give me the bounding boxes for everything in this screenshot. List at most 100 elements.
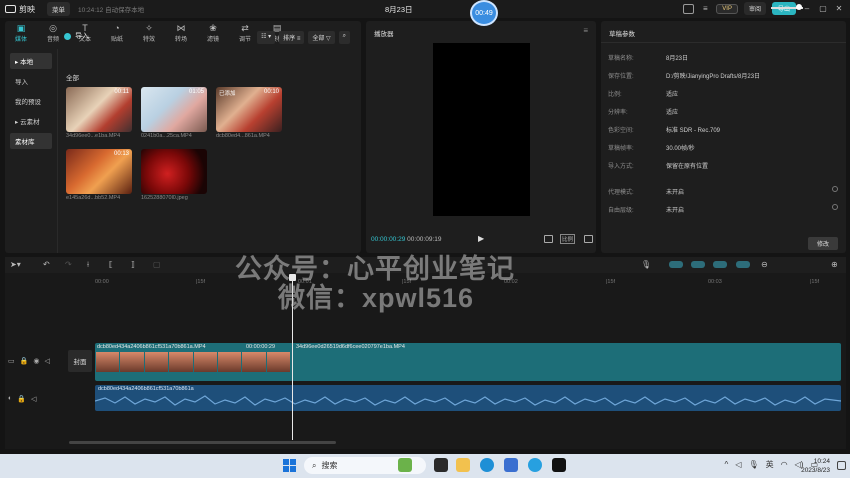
media-clip[interactable]: 00:11 xyxy=(66,87,132,132)
speaker-icon[interactable]: ◁ xyxy=(44,357,49,365)
media-clip[interactable]: 00:13 xyxy=(66,149,132,194)
cover-button[interactable]: 封面 xyxy=(68,350,92,372)
thumbnail-frame xyxy=(217,352,242,372)
sidebar-item-library[interactable]: 素材库 xyxy=(10,133,52,149)
sort-label: 排序 xyxy=(283,36,296,42)
media-clip[interactable] xyxy=(141,149,207,194)
sort-button[interactable]: 排序 ≡ xyxy=(279,31,305,44)
notification-icon[interactable] xyxy=(837,461,846,470)
zoom-slider-handle[interactable] xyxy=(796,4,802,10)
split-icon[interactable]: ⟊ xyxy=(87,260,89,270)
minimize-icon[interactable]: – xyxy=(802,4,812,13)
microphone-icon[interactable]: 🎙 xyxy=(641,260,651,269)
media-icon: ▣ xyxy=(16,23,26,33)
more-icon[interactable]: ≡ xyxy=(700,4,710,13)
thumbnail-frame xyxy=(193,352,217,372)
trim-left-icon[interactable]: ⟦ xyxy=(109,260,113,269)
media-sidebar: ▸ 本地 导入 我的预设 ▸ 云素材 素材库 xyxy=(5,49,58,253)
windows-start-icon[interactable] xyxy=(283,459,296,472)
store-icon[interactable] xyxy=(504,458,518,472)
param-row: 保存位置: D:/剪映/JianyingPro Drafts/8月23日 xyxy=(608,71,760,80)
param-value: 未开启 xyxy=(666,190,685,196)
import-label: 导入 xyxy=(75,33,89,40)
edge-browser-icon[interactable] xyxy=(480,458,494,472)
edit-button[interactable]: 修改 xyxy=(807,237,838,250)
redo-icon[interactable]: ↷ xyxy=(65,260,72,269)
section-label-all: 全部 xyxy=(66,75,79,82)
file-explorer-icon[interactable] xyxy=(456,458,470,472)
lock-icon[interactable]: 🔒 xyxy=(20,357,29,365)
project-title: 8月23日 xyxy=(385,5,413,14)
tab-media[interactable]: ▣ 媒体 xyxy=(5,21,37,45)
search-icon[interactable]: ⌕ xyxy=(338,31,350,44)
media-clip[interactable]: 01:05 xyxy=(141,87,207,132)
weather-widget-icon[interactable] xyxy=(398,458,412,472)
main-track-magnet-icon[interactable] xyxy=(669,261,683,268)
import-button[interactable]: 导入 xyxy=(64,31,89,41)
jianying-logo-icon xyxy=(5,5,16,13)
param-row: 草稿帧率: 30.00帧/秒 xyxy=(608,143,695,152)
vip-button[interactable]: VIP xyxy=(716,3,738,14)
lock-icon[interactable]: 🔒 xyxy=(17,395,26,403)
chevron-up-icon[interactable]: ^ xyxy=(725,460,729,469)
delete-icon[interactable]: ▢ xyxy=(153,260,161,269)
param-row: 导入方式: 保留在原有位置 xyxy=(608,161,708,170)
taskbar-clock[interactable]: 10:24 2023/8/23 xyxy=(801,457,830,475)
clip-duration: 01:05 xyxy=(188,89,204,95)
audio-track-icon[interactable]: ◐ xyxy=(8,395,12,403)
media-clip[interactable]: 已添加 00:10 xyxy=(216,87,282,132)
trim-right-icon[interactable]: ⟧ xyxy=(131,260,135,269)
player-menu-icon[interactable]: ≡ xyxy=(583,26,588,35)
info-icon[interactable] xyxy=(832,186,838,192)
jianying-taskbar-icon[interactable] xyxy=(552,458,566,472)
sidebar-item-cloud[interactable]: ▸ 云素材 xyxy=(10,113,52,129)
timeline-scrollbar[interactable] xyxy=(69,441,336,444)
param-value: 适应 xyxy=(666,110,679,116)
task-view-icon[interactable] xyxy=(434,458,448,472)
param-row: 比例: 适应 xyxy=(608,89,678,98)
ime-indicator[interactable]: 英 xyxy=(766,459,774,470)
wifi-icon[interactable]: ◠ xyxy=(781,460,788,469)
audio-icon: ◎ xyxy=(49,23,57,33)
zoom-in-icon[interactable]: ⊕ xyxy=(831,260,838,269)
crop-icon[interactable] xyxy=(544,235,553,243)
media-toolbar: 导入 ☷ ▾ 排序 ≡ 全部 ▽ ⌕ xyxy=(60,31,350,44)
player-title: 播放器 xyxy=(374,31,394,38)
info-icon[interactable] xyxy=(832,204,838,210)
speaker-icon[interactable]: ◁ xyxy=(31,395,36,403)
maximize-icon[interactable]: ▢ xyxy=(818,4,828,13)
zoom-out-icon[interactable]: ⊖ xyxy=(761,260,768,269)
close-icon[interactable]: ✕ xyxy=(834,4,844,13)
clock-time: 10:24 xyxy=(813,458,830,465)
filter-button[interactable]: 全部 ▽ xyxy=(308,31,335,44)
view-toggle-button[interactable]: ☷ ▾ xyxy=(257,31,276,44)
auto-snap-icon[interactable] xyxy=(691,261,705,268)
ratio-button[interactable]: 比例 xyxy=(560,234,576,244)
divider xyxy=(601,42,846,43)
sidebar-item-import[interactable]: 导入 xyxy=(10,73,52,89)
ruler-label: 00:03 xyxy=(708,279,722,285)
param-row: 分辨率: 适应 xyxy=(608,107,678,116)
sidebar-label: 云素材 xyxy=(20,119,40,126)
microphone-icon[interactable]: 🎙 xyxy=(748,460,758,469)
clip-name: 0241b0a...25ca.MP4 xyxy=(141,133,192,139)
speaker-icon[interactable]: ◁ xyxy=(735,460,741,469)
play-button[interactable]: ▶ xyxy=(478,234,484,243)
preview-screen[interactable] xyxy=(433,43,530,216)
sidebar-item-presets[interactable]: 我的预设 xyxy=(10,93,52,109)
recording-badge[interactable]: 00:49 xyxy=(470,0,498,26)
track-visibility-icon[interactable]: ▭ xyxy=(8,357,15,365)
sidebar-item-local[interactable]: ▸ 本地 xyxy=(10,53,52,69)
menu-button[interactable]: 菜单 xyxy=(47,2,70,16)
fullscreen-icon[interactable] xyxy=(584,235,593,243)
preview-axis-icon[interactable] xyxy=(736,261,750,268)
browser-icon[interactable] xyxy=(528,458,542,472)
param-key: 草稿名称: xyxy=(608,56,634,62)
eye-icon[interactable]: ◉ xyxy=(33,357,39,365)
clip-duration: 00:13 xyxy=(113,151,129,157)
linkage-icon[interactable] xyxy=(713,261,727,268)
layout-icon[interactable] xyxy=(683,3,695,14)
select-tool-icon[interactable]: ➤▾ xyxy=(10,260,21,269)
undo-icon[interactable]: ↶ xyxy=(43,260,50,269)
review-button[interactable]: 审阅 xyxy=(743,2,766,15)
